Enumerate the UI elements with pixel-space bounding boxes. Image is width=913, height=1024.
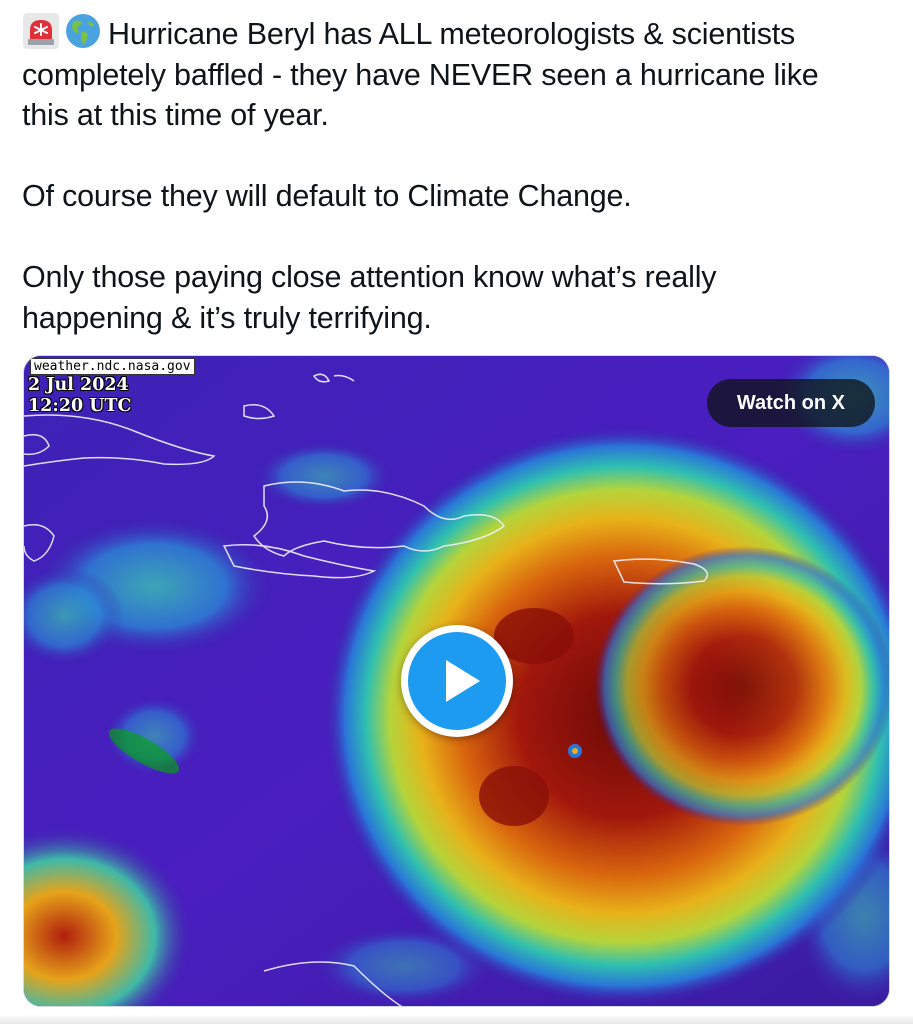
- rotating-light-emoji-icon: [22, 12, 60, 50]
- post-line-3: this at this time of year.: [22, 98, 329, 132]
- bottom-edge: [0, 1014, 913, 1024]
- post-text-line: Hurricane Beryl has ALL meteorologists &…: [22, 12, 902, 55]
- video-player[interactable]: weather.ndc.nasa.gov 2 Jul 2024 12:20 UT…: [23, 355, 890, 1007]
- post-text: Hurricane Beryl has ALL meteorologists &…: [22, 12, 902, 338]
- post-line-2: completely baffled - they have NEVER see…: [22, 57, 819, 92]
- watch-on-x-button[interactable]: Watch on X: [706, 379, 875, 427]
- post-paragraph-3-line-1: Only those paying close attention know w…: [22, 260, 717, 294]
- post: Hurricane Beryl has ALL meteorologists &…: [0, 0, 913, 1024]
- post-paragraph-3-line-2: happening & it’s truly terrifying.: [22, 300, 432, 335]
- play-icon: [446, 660, 480, 702]
- source-label: weather.ndc.nasa.gov: [30, 358, 195, 375]
- date-label: 2 Jul 2024: [28, 375, 129, 395]
- post-line-1: Hurricane Beryl has ALL meteorologists &…: [108, 17, 796, 51]
- globe-americas-emoji-icon: [64, 12, 102, 50]
- time-label: 12:20 UTC: [28, 396, 132, 416]
- play-button[interactable]: [401, 625, 513, 737]
- post-paragraph-2: Of course they will default to Climate C…: [22, 179, 632, 213]
- play-button-circle: [408, 632, 506, 730]
